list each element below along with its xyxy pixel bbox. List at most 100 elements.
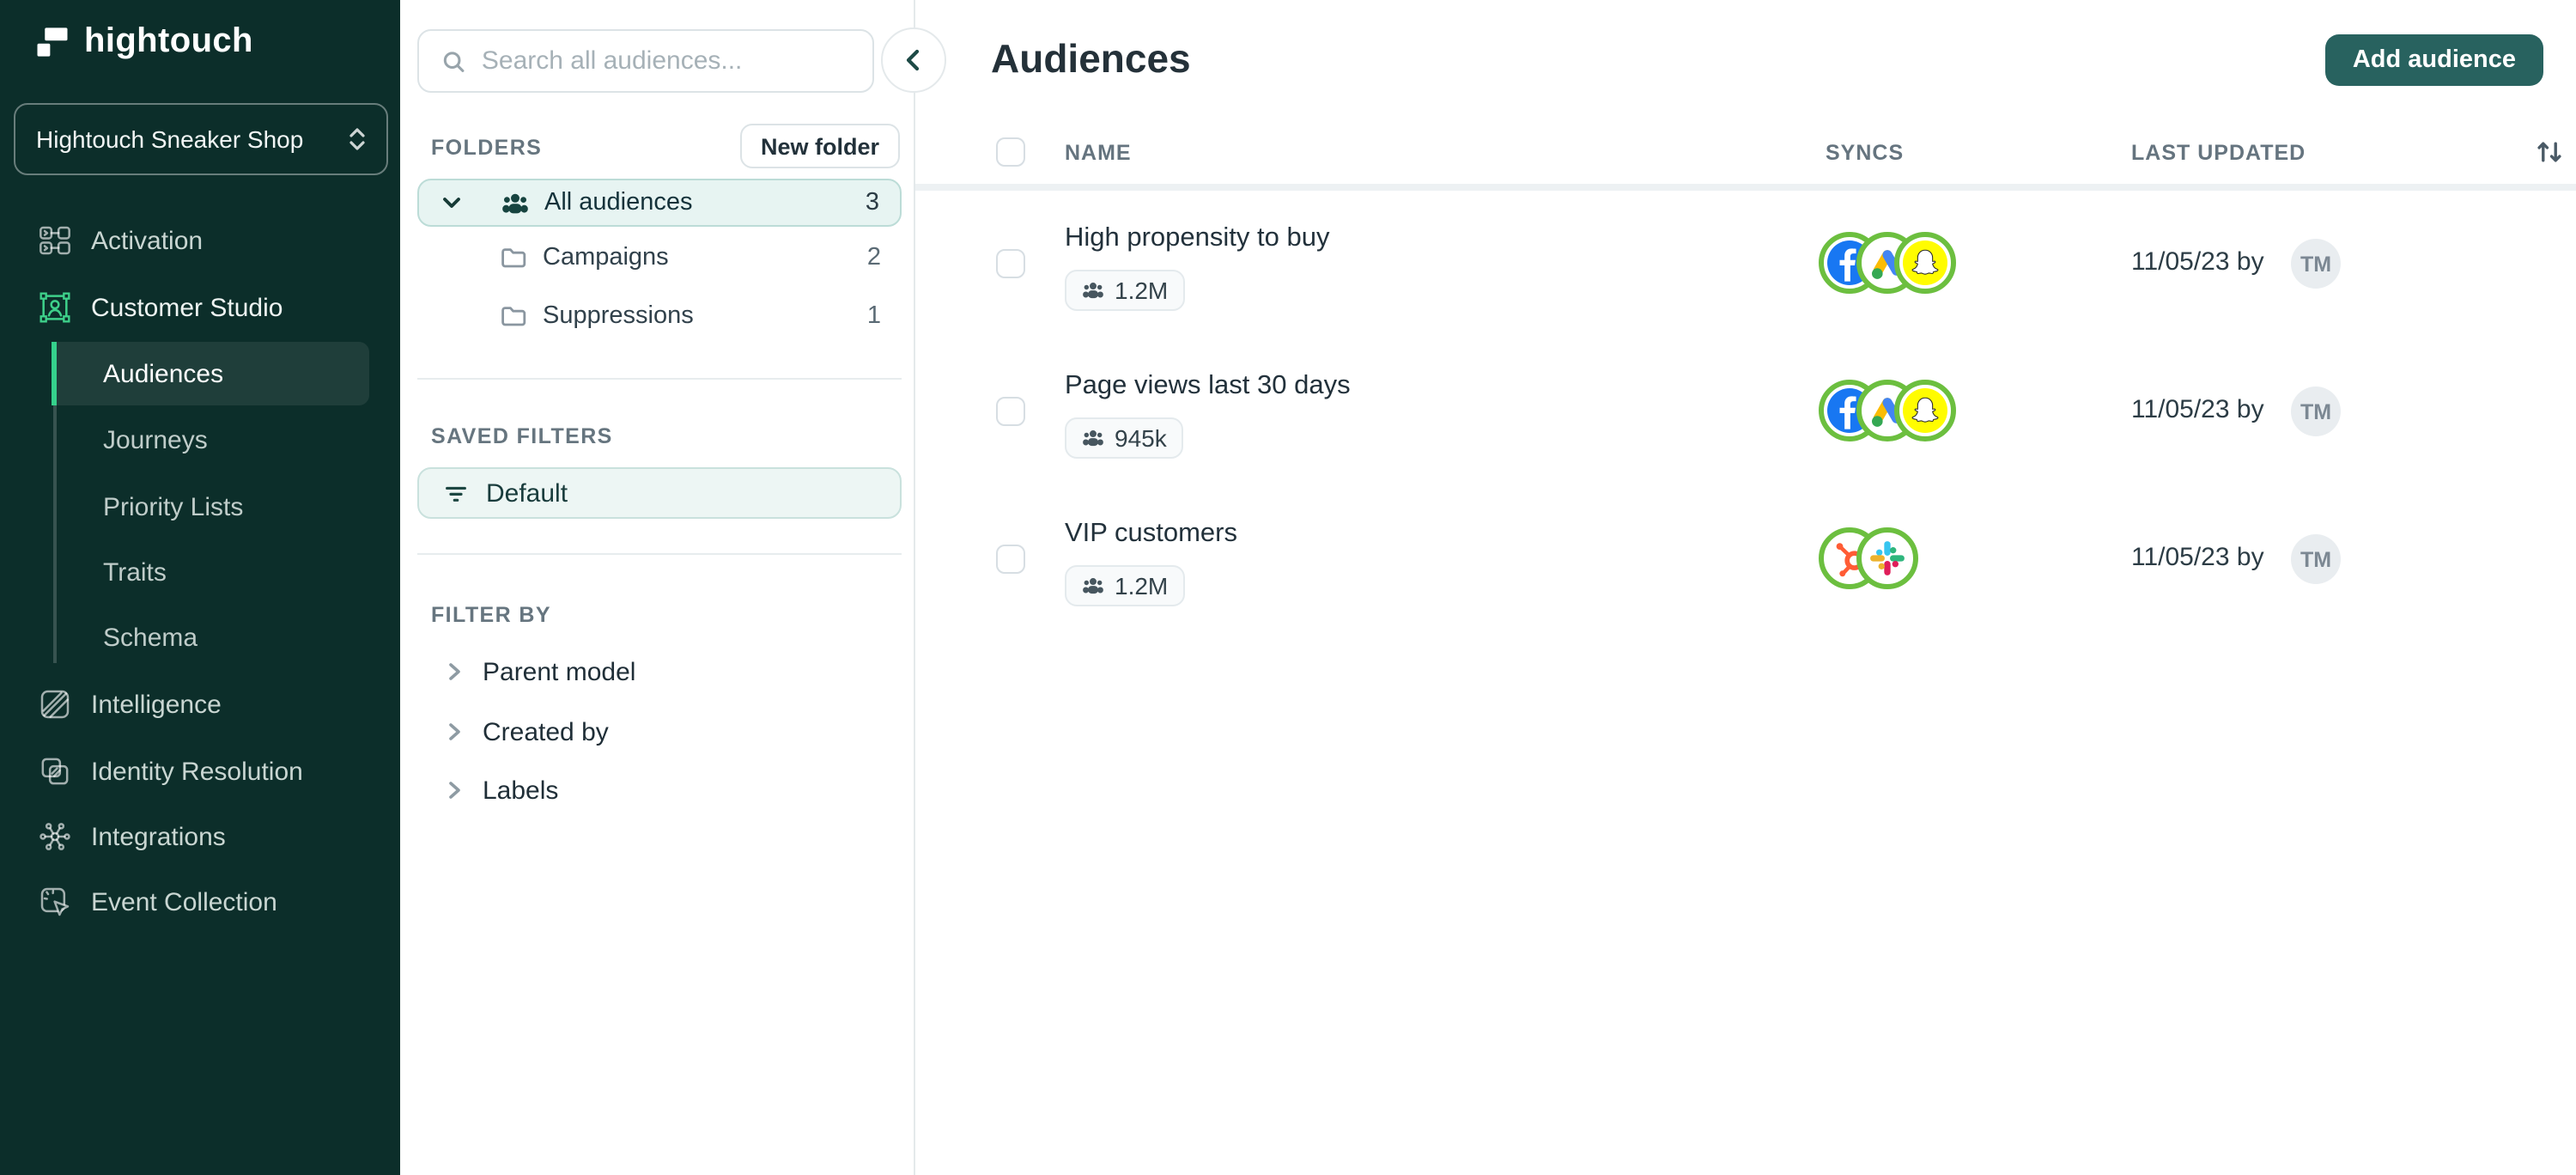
table-header-divider: [915, 184, 2576, 191]
folder-row-suppressions[interactable]: Suppressions 1: [417, 292, 902, 338]
folder-name: Campaigns: [543, 243, 669, 271]
filter-item-label: Parent model: [483, 657, 636, 686]
row-checkbox[interactable]: [996, 249, 1025, 278]
sidebar-item-integrations[interactable]: Integrations: [0, 804, 400, 869]
last-updated-text: 11/05/23 by: [2131, 543, 2264, 572]
people-icon: [1083, 578, 1103, 594]
filter-item-label: Labels: [483, 776, 559, 805]
table-row[interactable]: High propensity to buy 1.2M 11/05/23 by …: [915, 203, 2576, 350]
table-row[interactable]: VIP customers 1.2M 11/05/23 by TM: [915, 498, 2576, 646]
sidebar-item-identity-resolution[interactable]: Identity Resolution: [0, 739, 400, 804]
snapchat-icon[interactable]: [1894, 380, 1956, 441]
folder-count: 2: [866, 243, 881, 271]
audience-size: 1.2M: [1115, 277, 1169, 304]
filter-item-labels[interactable]: Labels: [417, 766, 902, 814]
chevron-up-down-icon: [349, 128, 365, 150]
folders-heading: FOLDERS: [431, 136, 543, 160]
column-header-name[interactable]: NAME: [1065, 141, 1132, 165]
filter-item-parent-model[interactable]: Parent model: [417, 648, 902, 696]
snapchat-icon[interactable]: [1894, 232, 1956, 294]
sidebar-item-traits[interactable]: Traits: [0, 539, 400, 605]
audience-size-badge: 945k: [1065, 417, 1184, 459]
sidebar-item-activation[interactable]: Activation: [0, 208, 400, 273]
folder-icon: [501, 248, 526, 268]
audience-size: 945k: [1115, 424, 1167, 452]
sort-icon[interactable]: [2535, 137, 2564, 167]
column-header-syncs[interactable]: SYNCS: [1826, 141, 1904, 165]
people-icon: [1083, 430, 1103, 447]
sidebar-item-label: Journeys: [103, 425, 208, 454]
row-checkbox[interactable]: [996, 397, 1025, 426]
sidebar-item-label: Intelligence: [91, 690, 222, 719]
intelligence-icon: [40, 690, 70, 719]
main-content: Audiences Add audience NAME SYNCS LAST U…: [915, 0, 2576, 1175]
avatar[interactable]: TM: [2291, 534, 2341, 584]
workspace-name: Hightouch Sneaker Shop: [36, 125, 304, 153]
column-header-last-updated[interactable]: LAST UPDATED: [2131, 141, 2306, 165]
folder-name: All audiences: [544, 189, 693, 216]
audience-size: 1.2M: [1115, 572, 1169, 600]
folder-count: 1: [866, 301, 881, 329]
sidebar-item-priority-lists[interactable]: Priority Lists: [0, 474, 400, 539]
table-row[interactable]: Page views last 30 days 945k 11/05/23 by…: [915, 350, 2576, 498]
sidebar-item-journeys[interactable]: Journeys: [0, 407, 400, 472]
row-checkbox[interactable]: [996, 545, 1025, 574]
saved-filters-heading: SAVED FILTERS: [431, 424, 613, 448]
folder-icon: [501, 307, 526, 326]
customer-studio-icon: [39, 292, 70, 323]
saved-filter-default[interactable]: Default: [417, 467, 902, 519]
people-icon: [1083, 283, 1103, 299]
folder-row-all-audiences[interactable]: All audiences 3: [417, 179, 902, 227]
audience-name[interactable]: Page views last 30 days: [1065, 371, 1351, 402]
filter-by-heading: FILTER BY: [431, 603, 551, 627]
audience-size-badge: 1.2M: [1065, 565, 1186, 606]
hightouch-logo[interactable]: hightouch: [34, 22, 253, 62]
filter-icon: [446, 485, 466, 501]
filter-item-created-by[interactable]: Created by: [417, 708, 902, 756]
audience-name[interactable]: High propensity to buy: [1065, 223, 1329, 254]
sidebar-item-event-collection[interactable]: Event Collection: [0, 869, 400, 935]
active-indicator-bar: [52, 342, 57, 405]
audience-name[interactable]: VIP customers: [1065, 519, 1237, 550]
chevron-left-icon: [906, 49, 920, 71]
sidebar: hightouch Hightouch Sneaker Shop Activat…: [0, 0, 400, 1175]
sidebar-item-customer-studio[interactable]: Customer Studio: [0, 275, 400, 340]
sidebar-item-label: Traits: [103, 557, 167, 587]
page-title: Audiences: [991, 36, 1191, 81]
folder-count: 3: [865, 189, 879, 216]
panel-divider: [417, 553, 902, 555]
sidebar-item-schema[interactable]: Schema: [0, 605, 400, 670]
select-all-checkbox[interactable]: [996, 137, 1025, 167]
filter-item-label: Created by: [483, 717, 609, 746]
identity-resolution-icon: [41, 758, 69, 785]
slack-icon[interactable]: [1856, 527, 1918, 589]
search-input[interactable]: [481, 46, 855, 76]
chevron-right-icon: [449, 663, 460, 680]
sidebar-item-label: Activation: [91, 226, 204, 255]
app-name: hightouch: [84, 22, 253, 60]
panel-divider: [417, 378, 902, 380]
sync-destinations: [1819, 380, 1956, 441]
hightouch-logo-icon: [37, 27, 68, 57]
sidebar-item-audiences[interactable]: Audiences: [52, 342, 369, 405]
add-audience-button[interactable]: Add audience: [2324, 34, 2543, 86]
sidebar-item-label: Schema: [103, 623, 198, 652]
sidebar-item-label: Priority Lists: [103, 492, 244, 521]
last-updated-text: 11/05/23 by: [2131, 247, 2264, 277]
sidebar-item-label: Customer Studio: [91, 293, 283, 322]
sidebar-item-intelligence[interactable]: Intelligence: [0, 672, 400, 737]
folder-row-campaigns[interactable]: Campaigns 2: [417, 234, 902, 280]
avatar[interactable]: TM: [2291, 387, 2341, 436]
sidebar-item-label: Event Collection: [91, 887, 277, 916]
workflow-icon: [39, 226, 70, 255]
collapse-panel-button[interactable]: [881, 27, 946, 93]
people-icon: [502, 192, 528, 213]
chevron-right-icon: [449, 782, 460, 799]
avatar[interactable]: TM: [2291, 239, 2341, 289]
audience-size-badge: 1.2M: [1065, 270, 1186, 311]
new-folder-button[interactable]: New folder: [739, 124, 900, 168]
saved-filter-name: Default: [486, 478, 568, 508]
event-collection-icon: [40, 887, 70, 916]
chevron-down-icon[interactable]: [441, 192, 462, 213]
workspace-selector[interactable]: Hightouch Sneaker Shop: [14, 103, 388, 175]
